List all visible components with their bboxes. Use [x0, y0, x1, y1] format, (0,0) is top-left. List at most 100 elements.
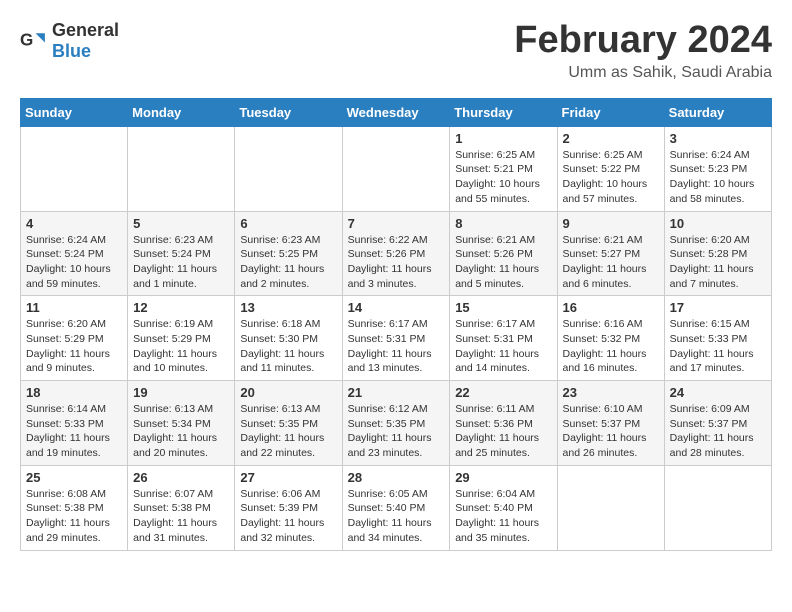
day-number: 18 [26, 385, 122, 400]
logo-blue: Blue [52, 41, 91, 61]
location-title: Umm as Sahik, Saudi Arabia [514, 64, 772, 82]
calendar-week-row: 1 Sunrise: 6:25 AMSunset: 5:21 PMDaylight… [21, 126, 772, 211]
calendar-cell: 6 Sunrise: 6:23 AMSunset: 5:25 PMDaylight… [235, 211, 342, 296]
day-info: Sunrise: 6:21 AMSunset: 5:27 PMDaylight:… [563, 233, 659, 292]
day-info: Sunrise: 6:15 AMSunset: 5:33 PMDaylight:… [670, 317, 766, 376]
calendar-cell: 20 Sunrise: 6:13 AMSunset: 5:35 PMDayligh… [235, 381, 342, 466]
calendar-cell: 21 Sunrise: 6:12 AMSunset: 5:35 PMDayligh… [342, 381, 450, 466]
day-number: 24 [670, 385, 766, 400]
day-info: Sunrise: 6:04 AMSunset: 5:40 PMDaylight:… [455, 487, 551, 546]
day-info: Sunrise: 6:11 AMSunset: 5:36 PMDaylight:… [455, 402, 551, 461]
calendar-cell [128, 126, 235, 211]
logo-general: General [52, 20, 119, 40]
calendar-week-row: 4Sunrise: 6:24 AMSunset: 5:24 PMDaylight… [21, 211, 772, 296]
day-number: 1 [455, 131, 551, 146]
day-info: Sunrise: 6:25 AMSunset: 5:21 PMDaylight:… [455, 148, 551, 207]
day-info: Sunrise: 6:12 AMSunset: 5:35 PMDaylight:… [348, 402, 445, 461]
day-info: Sunrise: 6:20 AMSunset: 5:28 PMDaylight:… [670, 233, 766, 292]
day-number: 3 [670, 131, 766, 146]
logo-icon: G [20, 27, 48, 55]
weekday-header: Sunday [21, 98, 128, 126]
calendar-cell: 9 Sunrise: 6:21 AMSunset: 5:27 PMDaylight… [557, 211, 664, 296]
calendar-cell [235, 126, 342, 211]
day-info: Sunrise: 6:10 AMSunset: 5:37 PMDaylight:… [563, 402, 659, 461]
day-info: Sunrise: 6:17 AMSunset: 5:31 PMDaylight:… [348, 317, 445, 376]
calendar-cell: 8Sunrise: 6:21 AMSunset: 5:26 PMDaylight… [450, 211, 557, 296]
calendar-cell: 24 Sunrise: 6:09 AMSunset: 5:37 PMDayligh… [664, 381, 771, 466]
calendar-cell: 26Sunrise: 6:07 AMSunset: 5:38 PMDayligh… [128, 465, 235, 550]
day-info: Sunrise: 6:25 AMSunset: 5:22 PMDaylight:… [563, 148, 659, 207]
day-number: 9 [563, 216, 659, 231]
calendar-cell: 23 Sunrise: 6:10 AMSunset: 5:37 PMDayligh… [557, 381, 664, 466]
calendar-cell: 3 Sunrise: 6:24 AMSunset: 5:23 PMDaylight… [664, 126, 771, 211]
day-info: Sunrise: 6:09 AMSunset: 5:37 PMDaylight:… [670, 402, 766, 461]
day-info: Sunrise: 6:13 AMSunset: 5:35 PMDaylight:… [240, 402, 336, 461]
day-info: Sunrise: 6:24 AMSunset: 5:23 PMDaylight:… [670, 148, 766, 207]
calendar-week-row: 18Sunrise: 6:14 AMSunset: 5:33 PMDayligh… [21, 381, 772, 466]
page-header: G General Blue February 2024 Umm as Sahi… [20, 20, 772, 82]
calendar-cell: 7Sunrise: 6:22 AMSunset: 5:26 PMDaylight… [342, 211, 450, 296]
day-info: Sunrise: 6:06 AMSunset: 5:39 PMDaylight:… [240, 487, 336, 546]
calendar-cell: 29 Sunrise: 6:04 AMSunset: 5:40 PMDayligh… [450, 465, 557, 550]
calendar-cell [557, 465, 664, 550]
calendar-cell: 12Sunrise: 6:19 AMSunset: 5:29 PMDayligh… [128, 296, 235, 381]
calendar-cell: 28Sunrise: 6:05 AMSunset: 5:40 PMDayligh… [342, 465, 450, 550]
day-number: 5 [133, 216, 229, 231]
svg-text:G: G [20, 31, 33, 50]
weekday-header-row: SundayMondayTuesdayWednesdayThursdayFrid… [21, 98, 772, 126]
day-number: 7 [348, 216, 445, 231]
day-number: 29 [455, 470, 551, 485]
calendar-cell: 11 Sunrise: 6:20 AMSunset: 5:29 PMDayligh… [21, 296, 128, 381]
calendar-cell: 19 Sunrise: 6:13 AMSunset: 5:34 PMDayligh… [128, 381, 235, 466]
day-number: 22 [455, 385, 551, 400]
calendar-cell: 14 Sunrise: 6:17 AMSunset: 5:31 PMDayligh… [342, 296, 450, 381]
day-number: 16 [563, 300, 659, 315]
day-number: 19 [133, 385, 229, 400]
calendar-cell: 25 Sunrise: 6:08 AMSunset: 5:38 PMDayligh… [21, 465, 128, 550]
calendar-cell: 13 Sunrise: 6:18 AMSunset: 5:30 PMDayligh… [235, 296, 342, 381]
calendar-cell: 27 Sunrise: 6:06 AMSunset: 5:39 PMDayligh… [235, 465, 342, 550]
weekday-header: Monday [128, 98, 235, 126]
day-info: Sunrise: 6:05 AMSunset: 5:40 PMDaylight:… [348, 487, 445, 546]
day-number: 26 [133, 470, 229, 485]
day-number: 17 [670, 300, 766, 315]
calendar-cell: 4Sunrise: 6:24 AMSunset: 5:24 PMDaylight… [21, 211, 128, 296]
calendar-cell [21, 126, 128, 211]
day-number: 21 [348, 385, 445, 400]
day-info: Sunrise: 6:13 AMSunset: 5:34 PMDaylight:… [133, 402, 229, 461]
day-number: 12 [133, 300, 229, 315]
weekday-header: Tuesday [235, 98, 342, 126]
day-info: Sunrise: 6:20 AMSunset: 5:29 PMDaylight:… [26, 317, 122, 376]
day-number: 11 [26, 300, 122, 315]
weekday-header: Friday [557, 98, 664, 126]
calendar-week-row: 25 Sunrise: 6:08 AMSunset: 5:38 PMDayligh… [21, 465, 772, 550]
day-number: 2 [563, 131, 659, 146]
calendar-cell [342, 126, 450, 211]
day-number: 15 [455, 300, 551, 315]
day-info: Sunrise: 6:18 AMSunset: 5:30 PMDaylight:… [240, 317, 336, 376]
day-number: 14 [348, 300, 445, 315]
day-info: Sunrise: 6:16 AMSunset: 5:32 PMDaylight:… [563, 317, 659, 376]
calendar-cell: 10Sunrise: 6:20 AMSunset: 5:28 PMDayligh… [664, 211, 771, 296]
day-info: Sunrise: 6:24 AMSunset: 5:24 PMDaylight:… [26, 233, 122, 292]
day-number: 20 [240, 385, 336, 400]
day-number: 27 [240, 470, 336, 485]
title-area: February 2024 Umm as Sahik, Saudi Arabia [514, 20, 772, 82]
day-number: 6 [240, 216, 336, 231]
calendar-cell: 15 Sunrise: 6:17 AMSunset: 5:31 PMDayligh… [450, 296, 557, 381]
calendar-cell: 5Sunrise: 6:23 AMSunset: 5:24 PMDaylight… [128, 211, 235, 296]
month-title: February 2024 [514, 20, 772, 62]
calendar-cell: 1 Sunrise: 6:25 AMSunset: 5:21 PMDaylight… [450, 126, 557, 211]
day-info: Sunrise: 6:17 AMSunset: 5:31 PMDaylight:… [455, 317, 551, 376]
calendar-cell: 2 Sunrise: 6:25 AMSunset: 5:22 PMDaylight… [557, 126, 664, 211]
day-info: Sunrise: 6:08 AMSunset: 5:38 PMDaylight:… [26, 487, 122, 546]
calendar-table: SundayMondayTuesdayWednesdayThursdayFrid… [20, 98, 772, 551]
day-number: 25 [26, 470, 122, 485]
calendar-week-row: 11 Sunrise: 6:20 AMSunset: 5:29 PMDayligh… [21, 296, 772, 381]
day-number: 23 [563, 385, 659, 400]
weekday-header: Thursday [450, 98, 557, 126]
day-number: 13 [240, 300, 336, 315]
calendar-cell: 22 Sunrise: 6:11 AMSunset: 5:36 PMDayligh… [450, 381, 557, 466]
calendar-cell: 16 Sunrise: 6:16 AMSunset: 5:32 PMDayligh… [557, 296, 664, 381]
day-info: Sunrise: 6:23 AMSunset: 5:25 PMDaylight:… [240, 233, 336, 292]
